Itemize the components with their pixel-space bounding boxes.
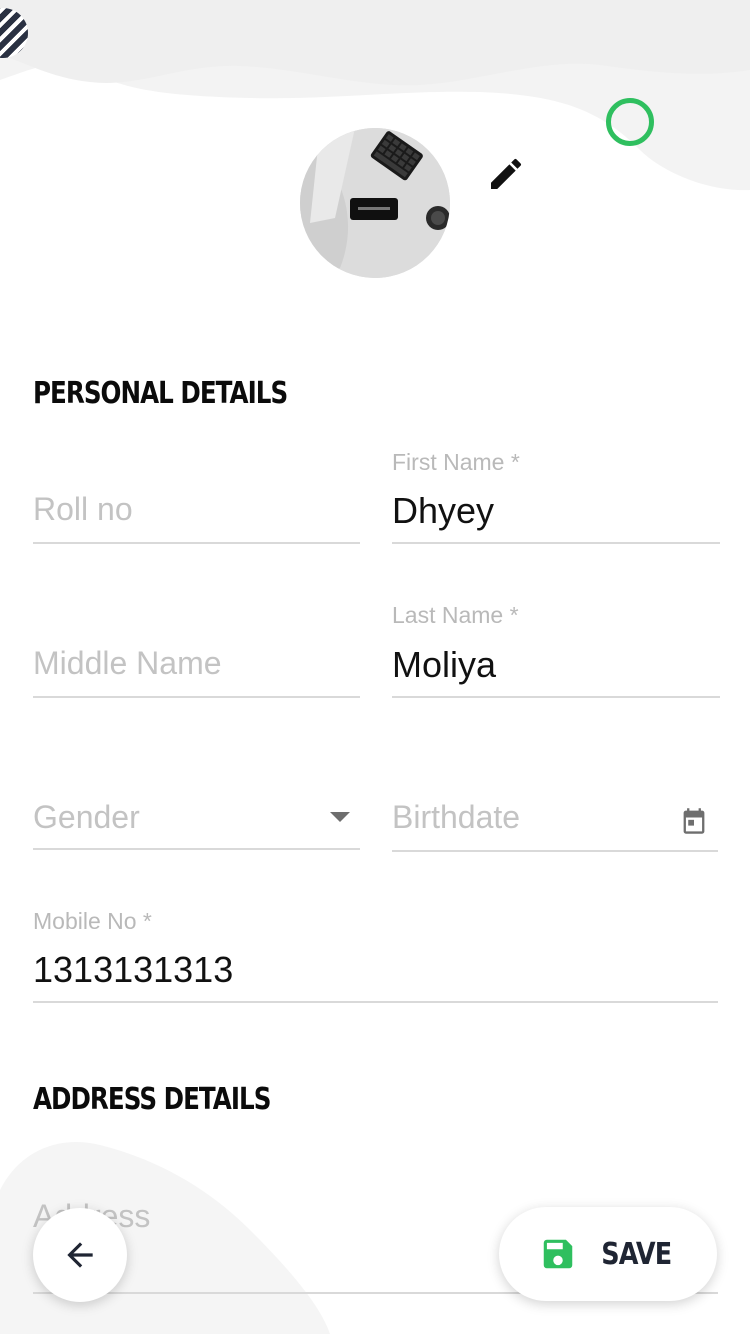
last-name-field[interactable]: Last Name * Moliya	[392, 598, 720, 698]
floppy-disk-icon	[543, 1239, 572, 1269]
birthdate-placeholder: Birthdate	[392, 799, 521, 835]
first-name-label: First Name *	[392, 449, 520, 475]
first-name-value: Dhyey	[392, 490, 495, 531]
middle-name-placeholder: Middle Name	[33, 645, 222, 681]
gender-select[interactable]: Gender	[33, 764, 360, 850]
save-button[interactable]: SAVE	[499, 1207, 717, 1301]
middle-name-field[interactable]: Middle Name	[33, 610, 360, 698]
pencil-icon[interactable]	[486, 154, 526, 194]
calendar-icon[interactable]	[680, 806, 708, 836]
gender-placeholder: Gender	[33, 799, 140, 835]
last-name-value: Moliya	[392, 644, 497, 685]
birthdate-field[interactable]: Birthdate	[392, 764, 718, 852]
last-name-label: Last Name *	[392, 602, 519, 628]
mobile-no-value: 1313131313	[33, 949, 234, 990]
mobile-no-label: Mobile No *	[33, 908, 152, 934]
first-name-field[interactable]: First Name * Dhyey	[392, 445, 720, 544]
back-button[interactable]	[33, 1208, 127, 1302]
save-label: SAVE	[600, 1236, 672, 1272]
mobile-no-field[interactable]: Mobile No * 1313131313	[33, 904, 718, 1003]
green-ring-decoration	[606, 98, 654, 146]
profile-avatar[interactable]	[300, 128, 450, 278]
arrow-left-icon	[67, 1242, 93, 1268]
personal-details-heading: PERSONAL DETAILS	[33, 376, 288, 411]
address-details-heading: ADDRESS DETAILS	[33, 1082, 271, 1117]
roll-no-placeholder: Roll no	[33, 491, 133, 527]
roll-no-field[interactable]: Roll no	[33, 455, 360, 544]
caret-down-icon	[330, 812, 350, 822]
